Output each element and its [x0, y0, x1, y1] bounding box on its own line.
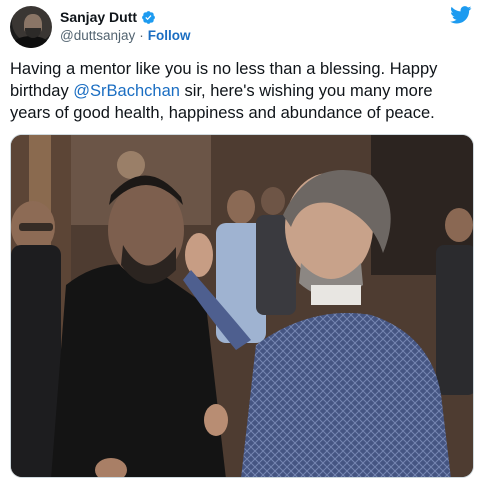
mention-link[interactable]: @SrBachchan — [73, 82, 180, 100]
photo-illustration — [11, 135, 473, 477]
follow-button[interactable]: Follow — [148, 28, 191, 43]
display-name[interactable]: Sanjay Dutt — [60, 9, 137, 25]
twitter-bird-icon[interactable] — [450, 6, 472, 24]
handle-row: @duttsanjay · Follow — [60, 28, 191, 43]
tweet-card: Sanjay Dutt @duttsanjay · Follow Having … — [0, 0, 484, 487]
name-row: Sanjay Dutt — [60, 9, 156, 25]
tweet-header: Sanjay Dutt @duttsanjay · Follow — [10, 6, 474, 48]
tweet-text: Having a mentor like you is no less than… — [10, 58, 474, 124]
verified-badge-icon — [142, 10, 155, 24]
tweet-photo[interactable] — [10, 134, 474, 478]
avatar[interactable] — [10, 6, 52, 48]
separator-dot: · — [139, 28, 144, 43]
user-handle[interactable]: @duttsanjay — [60, 28, 135, 43]
